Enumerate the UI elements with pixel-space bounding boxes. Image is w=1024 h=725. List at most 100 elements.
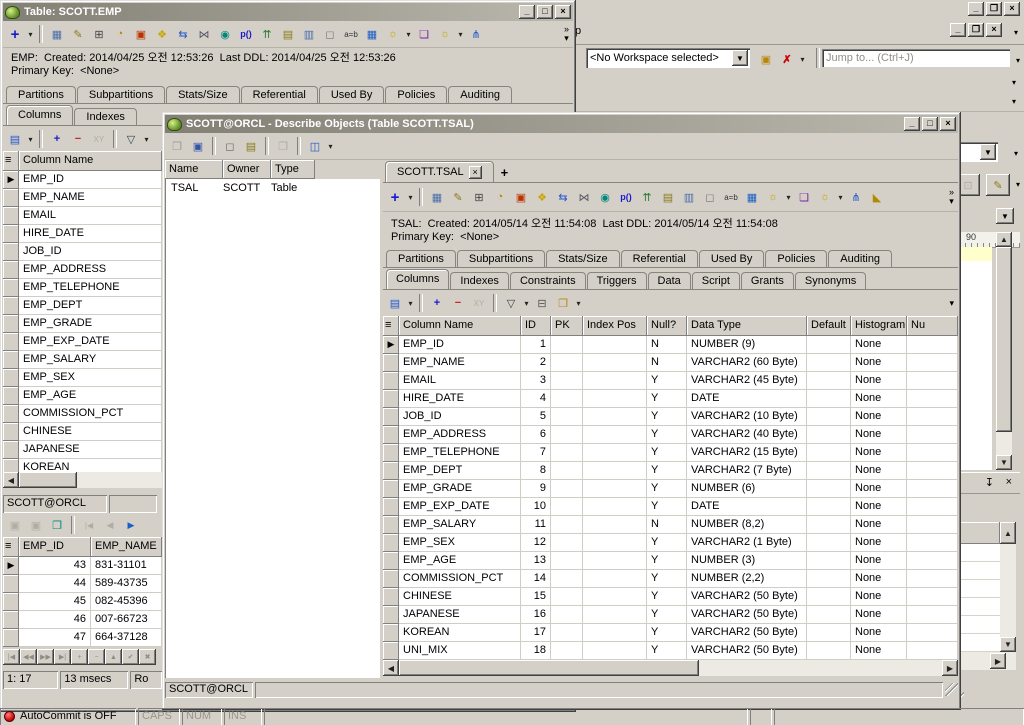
data-row[interactable]: 46 007-66723	[3, 611, 162, 629]
open-icon[interactable]: ❒	[167, 136, 187, 156]
advice-icon[interactable]: ☼	[383, 24, 403, 44]
nav-post-button[interactable]: ✔	[122, 649, 139, 665]
nav-edit-button[interactable]: ▲	[105, 649, 122, 665]
first-record-icon[interactable]: |◀	[79, 515, 99, 535]
rollback-icon[interactable]: ▣	[26, 515, 46, 535]
table-row[interactable]: EMP_SALARY 11 N NUMBER (8,2) None	[383, 516, 958, 534]
toolbar-caret-icon[interactable]: ▾	[1012, 97, 1016, 106]
clipboard-icon[interactable]: ❐	[553, 293, 573, 313]
toolbar-caret-icon[interactable]: ▾	[949, 299, 956, 308]
tab[interactable]: Referential	[621, 250, 698, 267]
nav-prior-button[interactable]: ◀◀	[20, 649, 37, 665]
filter-columns-icon[interactable]: ▽	[121, 129, 141, 149]
editor-combobox-dropdown-icon[interactable]: ▼	[980, 144, 996, 160]
add-column-icon[interactable]: +	[47, 129, 67, 149]
data-row[interactable]: 45 082-45396	[3, 593, 162, 611]
separator[interactable]	[39, 25, 43, 43]
separator[interactable]	[419, 188, 423, 206]
data-row[interactable]: ▶ 43 831-31101	[3, 557, 162, 575]
filter-data-icon[interactable]: ⋈	[194, 24, 214, 44]
analyze-table-icon[interactable]: ◔	[110, 24, 130, 44]
object-owner-header[interactable]: Owner	[223, 160, 271, 179]
close-button[interactable]: ×	[1004, 2, 1020, 16]
separator[interactable]	[71, 516, 75, 534]
table-row[interactable]: EMP_TELEPHONE 7 Y VARCHAR2 (15 Byte) Non…	[383, 444, 958, 462]
table-row[interactable]: EMP_EXP_DATE 10 Y DATE None	[383, 498, 958, 516]
column-list-row[interactable]: HIRE_DATE	[3, 225, 162, 243]
tab[interactable]: Referential	[241, 86, 318, 103]
scroll-left-icon[interactable]: ◀	[3, 472, 19, 488]
compare-data-icon[interactable]: ⇆	[553, 187, 573, 207]
separator[interactable]	[493, 294, 497, 312]
compare-data-icon[interactable]: ⇆	[173, 24, 193, 44]
column-list-row[interactable]: CHINESE	[3, 423, 162, 441]
export-data-icon[interactable]: ⇈	[637, 187, 657, 207]
workspace-selector[interactable]: <No Workspace selected> ▼	[586, 48, 750, 68]
emp-id-header[interactable]: EMP_ID	[19, 537, 91, 557]
chart-icon[interactable]: ▥	[299, 24, 319, 44]
filter-columns-caret[interactable]: ▾	[522, 293, 531, 313]
tab[interactable]: Columns	[6, 105, 73, 125]
filter-data-icon[interactable]: ⋈	[574, 187, 594, 207]
minimize-button[interactable]: _	[950, 23, 966, 37]
view-options-caret[interactable]: ▾	[326, 136, 335, 156]
add-object-icon[interactable]: +	[385, 187, 405, 207]
copy-script-icon[interactable]: ✎	[68, 24, 88, 44]
next-record-icon[interactable]: ▶	[121, 515, 141, 535]
add-tab-button[interactable]: +	[501, 164, 509, 182]
row-count-icon[interactable]: ◉	[595, 187, 615, 207]
emp-name-header[interactable]: EMP_NAME	[91, 537, 162, 557]
histogram-header[interactable]: Histogram	[851, 316, 907, 336]
null-header-truncated[interactable]: Nu	[907, 316, 958, 336]
separator[interactable]	[265, 137, 269, 155]
scroll-up-icon[interactable]: ▲	[1000, 522, 1016, 544]
commit-icon[interactable]: ▣	[5, 515, 25, 535]
separator[interactable]	[113, 130, 117, 148]
titlebar-caret-icon[interactable]: ▾	[1014, 28, 1018, 37]
copy-icon[interactable]: ❐	[273, 136, 293, 156]
column-list-row[interactable]: EMP_GRADE	[3, 315, 162, 333]
save-workspace-icon[interactable]: ▣	[756, 49, 776, 69]
tab[interactable]: Partitions	[386, 250, 456, 267]
column-list-row[interactable]: JAPANESE	[3, 441, 162, 459]
table-row[interactable]: EMP_AGE 13 Y NUMBER (3) None	[383, 552, 958, 570]
column-list-row[interactable]: ▶ EMP_ID	[3, 171, 162, 189]
report-icon[interactable]: ▤	[658, 187, 678, 207]
refresh-icon[interactable]: ❐	[47, 515, 67, 535]
workspace-dropdown-icon[interactable]: ▼	[732, 50, 748, 66]
data-grid-icon[interactable]: ▦	[742, 187, 762, 207]
table-row[interactable]: HIRE_DATE 4 Y DATE None	[383, 390, 958, 408]
column-list-row[interactable]: COMMISSION_PCT	[3, 405, 162, 423]
tab[interactable]: Policies	[765, 250, 827, 267]
editor-vscrollbar[interactable]	[996, 247, 1012, 470]
tab[interactable]: Stats/Size	[166, 86, 240, 103]
describe-table-icon[interactable]: ▦	[47, 24, 67, 44]
tab[interactable]: Grants	[741, 272, 794, 289]
separator[interactable]	[212, 137, 216, 155]
tab[interactable]: Triggers	[587, 272, 647, 289]
toolbar-caret-icon[interactable]: ▾	[1014, 149, 1018, 158]
calculator-icon[interactable]: ⊞	[89, 24, 109, 44]
advice2-icon[interactable]: ☼	[815, 187, 835, 207]
table-row[interactable]: CHINESE 15 Y VARCHAR2 (50 Byte) None	[383, 588, 958, 606]
scroll-up-icon[interactable]: ▲	[996, 232, 1012, 247]
print-grid-icon[interactable]: ⊟	[532, 293, 552, 313]
data-row[interactable]: 44 589-43735	[3, 575, 162, 593]
chart-icon[interactable]: ▥	[679, 187, 699, 207]
rebuild-table-icon[interactable]: ▣	[511, 187, 531, 207]
panel-dropdown-icon[interactable]: ▼	[996, 208, 1014, 224]
scroll-left-icon[interactable]: ◀	[383, 660, 399, 676]
reorganize-icon[interactable]: ❖	[532, 187, 552, 207]
close-button[interactable]: ×	[940, 117, 956, 131]
nav-delete-button[interactable]: −	[88, 649, 105, 665]
prior-record-icon[interactable]: ◀	[100, 515, 120, 535]
add-object-icon[interactable]: +	[5, 24, 25, 44]
object-name-header[interactable]: Name	[165, 160, 223, 179]
clipboard-caret[interactable]: ▾	[574, 293, 583, 313]
data-grid-icon[interactable]: ▦	[362, 24, 382, 44]
nav-cancel-button[interactable]: ✖	[139, 649, 156, 665]
toolbar-caret-icon[interactable]: ▾	[949, 197, 954, 206]
column-name-header[interactable]: Column Name	[399, 316, 521, 336]
grid-view-caret[interactable]: ▾	[26, 129, 35, 149]
table-row[interactable]: EMAIL 3 Y VARCHAR2 (45 Byte) None	[383, 372, 958, 390]
